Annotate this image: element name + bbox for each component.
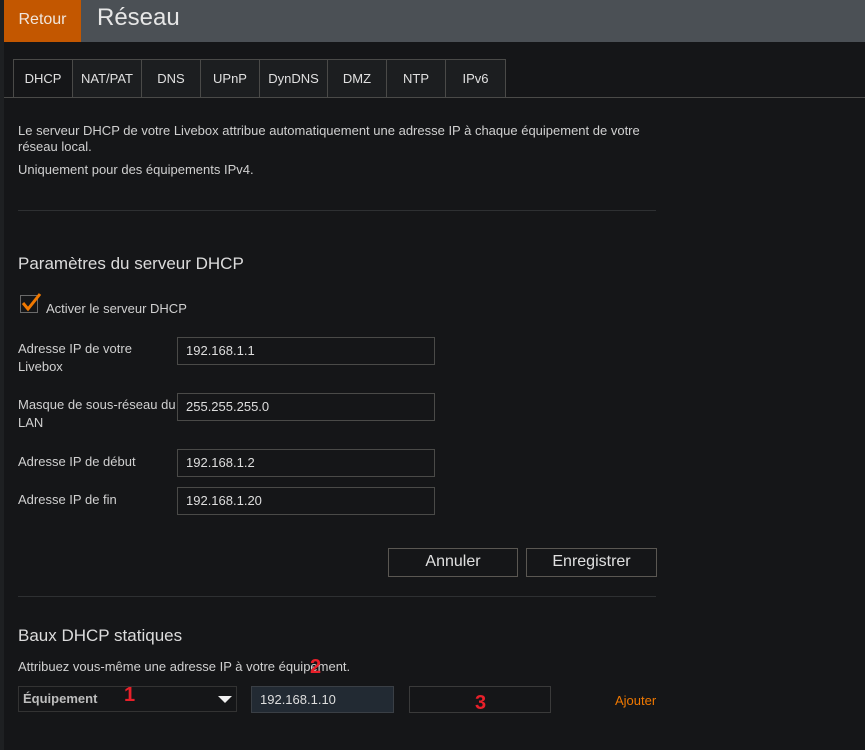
static-leases-heading: Baux DHCP statiques xyxy=(18,626,183,645)
add-link[interactable]: Ajouter xyxy=(615,693,656,708)
enable-dhcp-label: Activer le serveur DHCP xyxy=(46,301,187,316)
tab-dhcp[interactable]: DHCP xyxy=(13,59,73,97)
annotation-1: 1 xyxy=(124,684,136,706)
tab-ntp[interactable]: NTP xyxy=(386,59,446,97)
static-ip-input[interactable]: 192.168.1.10 xyxy=(251,686,394,713)
subnet-mask-input[interactable]: 255.255.255.0 xyxy=(177,393,435,421)
start-ip-label: Adresse IP de début xyxy=(18,454,136,469)
end-ip-input[interactable]: 192.168.1.20 xyxy=(177,487,435,515)
intro-text: Le serveur DHCP de votre Livebox attribu… xyxy=(18,123,640,154)
save-button[interactable]: Enregistrer xyxy=(526,548,657,577)
annotation-3: 3 xyxy=(475,692,487,714)
annotation-2: 2 xyxy=(310,656,322,678)
ipv4-note: Uniquement pour des équipements IPv4. xyxy=(18,162,254,177)
tab-bar: DHCP NAT/PAT DNS UPnP DynDNS DMZ NTP IPv… xyxy=(13,59,506,97)
subnet-mask-label: Masque de sous-réseau du LAN xyxy=(18,397,176,430)
checkmark-icon xyxy=(21,293,42,312)
tab-upnp[interactable]: UPnP xyxy=(200,59,260,97)
page-title: Réseau xyxy=(97,4,180,31)
device-select-value: Équipement xyxy=(23,691,98,706)
tab-nat-pat[interactable]: NAT/PAT xyxy=(72,59,142,97)
end-ip-label: Adresse IP de fin xyxy=(18,492,117,507)
dropdown-arrow-icon xyxy=(218,696,232,703)
dhcp-settings-heading: Paramètres du serveur DHCP xyxy=(18,254,244,273)
start-ip-input[interactable]: 192.168.1.2 xyxy=(177,449,435,477)
static-leases-description: Attribuez vous-même une adresse IP à vot… xyxy=(18,659,351,674)
tab-dmz[interactable]: DMZ xyxy=(327,59,387,97)
enable-dhcp-checkbox[interactable] xyxy=(20,293,42,313)
tab-dns[interactable]: DNS xyxy=(141,59,201,97)
cancel-button[interactable]: Annuler xyxy=(388,548,518,577)
left-edge xyxy=(0,0,4,750)
livebox-ip-label: Adresse IP de votre Livebox xyxy=(18,341,132,374)
divider xyxy=(18,210,656,211)
tab-dyndns[interactable]: DynDNS xyxy=(259,59,328,97)
divider xyxy=(18,596,656,597)
tab-divider xyxy=(4,97,865,98)
back-button[interactable]: Retour xyxy=(4,0,81,42)
tab-ipv6[interactable]: IPv6 xyxy=(445,59,506,97)
livebox-ip-input[interactable]: 192.168.1.1 xyxy=(177,337,435,365)
